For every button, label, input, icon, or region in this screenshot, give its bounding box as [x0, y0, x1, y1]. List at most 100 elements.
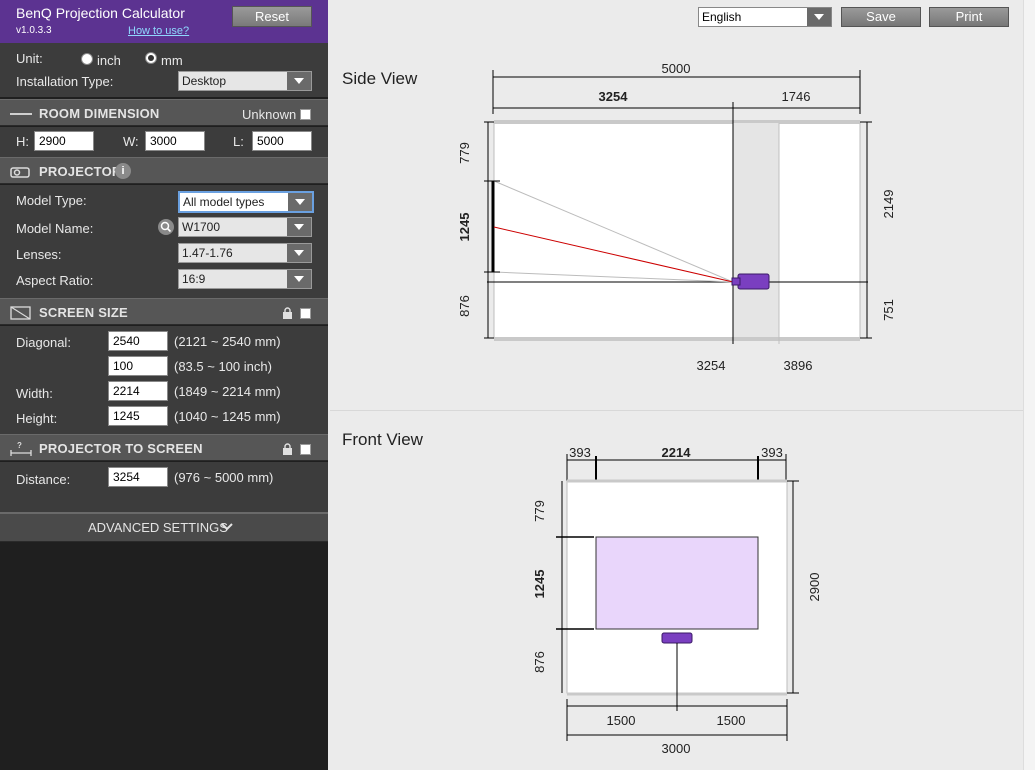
unit-label: Unit: [16, 51, 43, 66]
distance-lock-checkbox[interactable] [300, 444, 311, 455]
diagonal-inch-input[interactable]: 100 [108, 356, 168, 376]
side-projector-marker [737, 273, 770, 290]
projector-to-screen-title: PROJECTOR TO SCREEN [39, 441, 203, 456]
projector-to-screen-panel: Distance: 3254 (976 ~ 5000 mm) [0, 462, 328, 512]
side-top-gap: 779 [457, 142, 472, 164]
chevron-down-icon [287, 72, 311, 90]
settings-panel: Unit: inch mm Installation Type: Desktop [0, 43, 328, 97]
chevron-down-icon [288, 193, 312, 211]
front-screen-height: 1245 [532, 570, 547, 599]
ruler-icon [10, 113, 32, 115]
aspect-ratio-value: 16:9 [182, 272, 206, 286]
svg-text:?: ? [17, 442, 22, 450]
chevron-down-icon [287, 244, 311, 262]
screen-height-range: (1040 ~ 1245 mm) [174, 409, 281, 424]
unit-inch-label: inch [97, 53, 121, 68]
language-select[interactable]: English [698, 7, 832, 27]
diagonal-inch-range: (83.5 ~ 100 inch) [174, 359, 272, 374]
installation-type-select[interactable]: Desktop [178, 71, 312, 91]
lock-icon [283, 443, 292, 455]
screen-size-lock-checkbox[interactable] [300, 308, 311, 319]
room-dimension-panel: H: 2900 W: 3000 L: 5000 [0, 127, 328, 157]
unit-mm-radio[interactable] [145, 52, 157, 64]
chevron-down-icon [807, 8, 831, 26]
projector-title: PROJECTOR [39, 164, 122, 179]
side-position-a: 3254 [697, 358, 726, 373]
front-screen-area [595, 536, 759, 630]
room-dimension-header: ROOM DIMENSION Unknown [0, 99, 328, 126]
distance-range: (976 ~ 5000 mm) [174, 470, 274, 485]
front-left-gap: 393 [569, 445, 591, 460]
screen-width-input[interactable]: 2214 [108, 381, 168, 401]
chevron-down-icon [221, 523, 233, 531]
app-header: BenQ Projection Calculator v1.0.3.3 How … [0, 0, 328, 43]
unknown-checkbox[interactable] [300, 109, 311, 120]
language-value: English [702, 10, 742, 24]
lenses-value: 1.47-1.76 [182, 246, 233, 260]
unit-mm-label: mm [161, 53, 183, 68]
model-type-value: All model types [183, 195, 265, 209]
front-half-right: 1500 [717, 713, 746, 728]
diagonal-mm-range: (2121 ~ 2540 mm) [174, 334, 281, 349]
room-dimension-title: ROOM DIMENSION [39, 106, 160, 121]
side-distance-to-projector: 3254 [599, 89, 629, 104]
screen-icon [10, 306, 31, 320]
distance-label: Distance: [16, 472, 71, 487]
installation-type-value: Desktop [182, 74, 227, 88]
how-to-use-link[interactable]: How to use? [128, 25, 189, 37]
side-right-top: 2149 [881, 190, 896, 219]
length-label: L: [233, 134, 244, 149]
installation-type-label: Installation Type: [16, 74, 114, 89]
side-right-bottom: 751 [881, 299, 896, 321]
side-view-diagram: 5000 3254 1746 779 1245 876 2149 751 325… [457, 61, 896, 373]
diagonal-mm-input[interactable]: 2540 [108, 331, 168, 351]
screen-height-label: Height: [16, 411, 58, 426]
scrollbar[interactable] [1023, 0, 1035, 770]
diagonal-label: Diagonal: [16, 335, 71, 350]
sidebar: BenQ Projection Calculator v1.0.3.3 How … [0, 0, 328, 770]
side-position-b: 3896 [784, 358, 813, 373]
model-type-select[interactable]: All model types [178, 191, 314, 213]
search-icon[interactable] [158, 219, 174, 235]
model-name-select[interactable]: W1700 [178, 217, 312, 237]
lenses-label: Lenses: [16, 247, 62, 262]
front-half-left: 1500 [607, 713, 636, 728]
projector-icon [10, 167, 30, 178]
model-type-label: Model Type: [16, 193, 87, 208]
chevron-down-icon [287, 218, 311, 236]
front-projector-marker [661, 632, 693, 644]
front-bottom-gap: 876 [532, 651, 547, 673]
front-right-gap: 393 [761, 445, 783, 460]
reset-button[interactable]: Reset [232, 6, 312, 27]
front-view-diagram: 393 2214 393 779 1245 876 2900 1500 1500… [532, 445, 822, 756]
front-room-height: 2900 [807, 573, 822, 602]
room-width-input[interactable]: 3000 [145, 131, 205, 151]
screen-size-header: SCREEN SIZE [0, 298, 328, 325]
front-screen-width: 2214 [662, 445, 692, 460]
aspect-ratio-select[interactable]: 16:9 [178, 269, 312, 289]
room-length-input[interactable]: 5000 [252, 131, 312, 151]
screen-width-range: (1849 ~ 2214 mm) [174, 384, 281, 399]
screen-size-title: SCREEN SIZE [39, 305, 128, 320]
screen-width-label: Width: [16, 386, 53, 401]
distance-input[interactable]: 3254 [108, 467, 168, 487]
save-button[interactable]: Save [841, 7, 921, 27]
lock-icon [283, 307, 292, 319]
unit-inch-radio[interactable] [81, 53, 93, 65]
advanced-settings-toggle[interactable]: ADVANCED SETTINGS [0, 512, 328, 542]
projector-panel: Model Type: All model types Model Name: … [0, 185, 328, 298]
info-icon[interactable]: i [115, 163, 131, 179]
projector-to-screen-header: ? PROJECTOR TO SCREEN [0, 434, 328, 461]
screen-size-panel: Diagonal: 2540 (2121 ~ 2540 mm) 100 (83.… [0, 326, 328, 434]
lenses-select[interactable]: 1.47-1.76 [178, 243, 312, 263]
side-remaining-length: 1746 [782, 89, 811, 104]
unknown-label: Unknown [242, 107, 297, 122]
front-top-gap: 779 [532, 500, 547, 522]
screen-height-input[interactable]: 1245 [108, 406, 168, 426]
model-name-label: Model Name: [16, 221, 94, 236]
aspect-ratio-label: Aspect Ratio: [16, 273, 94, 288]
room-height-input[interactable]: 2900 [34, 131, 94, 151]
print-button[interactable]: Print [929, 7, 1009, 27]
side-screen-height: 1245 [457, 213, 472, 242]
front-room-width: 3000 [662, 741, 691, 756]
